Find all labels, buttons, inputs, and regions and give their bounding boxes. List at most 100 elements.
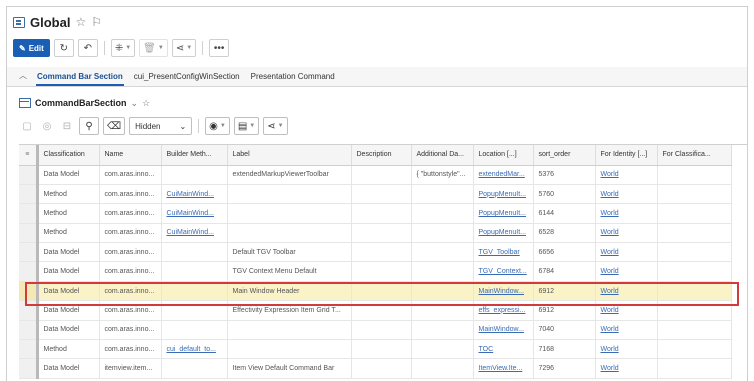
clear-search-button[interactable]: ⌫ bbox=[103, 117, 126, 135]
table-cell[interactable]: MainWindow... bbox=[473, 281, 534, 302]
row-selector[interactable] bbox=[19, 358, 39, 379]
chevron-down-icon: ▼ bbox=[125, 45, 132, 51]
chevron-down-icon[interactable]: ⌄ bbox=[131, 98, 139, 109]
flag-icon[interactable]: ⚐ bbox=[91, 16, 102, 28]
table-cell[interactable]: World bbox=[595, 165, 658, 185]
section-title: CommandBarSection bbox=[35, 98, 127, 108]
table-cell[interactable]: World bbox=[595, 358, 658, 379]
table-cell bbox=[657, 184, 732, 205]
favorite-star-icon[interactable]: ☆ bbox=[142, 98, 150, 109]
row-selector[interactable] bbox=[19, 300, 39, 321]
table-cell[interactable]: CuiMainWind... bbox=[161, 223, 228, 244]
table-cell[interactable]: World bbox=[595, 223, 658, 244]
table-cell[interactable]: World bbox=[595, 320, 658, 341]
share-dropdown-button[interactable]: ⋖ ▼ bbox=[171, 39, 197, 57]
delete-dropdown-button[interactable]: 🗑 ▼ bbox=[139, 39, 168, 57]
table-cell[interactable]: ItemView.Ite... bbox=[473, 358, 534, 379]
tab-command-bar-section[interactable]: Command Bar Section bbox=[36, 72, 124, 86]
column-header[interactable]: For Identity [...] bbox=[595, 145, 658, 166]
share-dropdown-button[interactable]: ⋖ ▼ bbox=[263, 117, 288, 135]
search-mode-select[interactable]: Hidden ⌄ bbox=[129, 117, 193, 135]
structure-dropdown-button[interactable]: ⁜ ▼ bbox=[110, 39, 136, 57]
table-row[interactable]: Method com.aras.inno... cui_default_to... T… bbox=[19, 339, 732, 360]
row-selector[interactable] bbox=[19, 320, 39, 341]
table-cell bbox=[351, 242, 412, 263]
row-selector[interactable] bbox=[19, 261, 39, 282]
table-row[interactable]: Data Model com.aras.inno... extendedMarkup… bbox=[19, 165, 732, 185]
remove-row-icon[interactable]: ⊟ bbox=[59, 118, 75, 134]
table-cell: Data Model bbox=[37, 358, 100, 379]
column-header[interactable]: Name bbox=[99, 145, 162, 166]
layout-icon: ▤ bbox=[237, 120, 248, 132]
search-button[interactable]: ⚲ bbox=[79, 117, 99, 135]
table-cell[interactable]: PopupMenuIt... bbox=[473, 223, 534, 244]
column-header[interactable]: Location [...] bbox=[473, 145, 534, 166]
table-cell[interactable]: World bbox=[595, 339, 658, 360]
favorite-star-icon[interactable]: ☆ bbox=[75, 16, 86, 28]
table-row[interactable]: Method com.aras.inno... CuiMainWind... Popu… bbox=[19, 184, 732, 205]
table-cell[interactable]: PopupMenuIt... bbox=[473, 184, 534, 205]
table-row[interactable]: Data Model itemview.item... Item View Defa… bbox=[19, 358, 732, 379]
view-options-button[interactable]: ◉ ▼ bbox=[205, 117, 230, 135]
table-cell bbox=[657, 320, 732, 341]
table-cell[interactable]: TGV_Context... bbox=[473, 261, 534, 282]
table-cell[interactable]: TGV_Toolbar bbox=[473, 242, 534, 263]
table-header-row: ≡ Classification Name Builder Meth... La… bbox=[19, 145, 732, 166]
column-header[interactable]: Classification bbox=[37, 145, 100, 166]
table-cell[interactable]: World bbox=[595, 281, 658, 302]
row-menu-icon[interactable]: ≡ bbox=[19, 145, 39, 166]
grid-toolbar: ▢ ◎ ⊟ ⚲ ⌫ Hidden ⌄ ◉ ▼ ▤ ▼ ⋖ ▼ bbox=[19, 116, 288, 136]
table-row[interactable]: Data Model com.aras.inno... MainWindow... 7… bbox=[19, 320, 732, 341]
row-selector[interactable] bbox=[19, 339, 39, 360]
table-row[interactable]: Method com.aras.inno... CuiMainWind... Popu… bbox=[19, 223, 732, 244]
table-cell: 7296 bbox=[533, 358, 596, 379]
table-cell[interactable]: World bbox=[595, 261, 658, 282]
table-cell[interactable]: PopupMenuIt... bbox=[473, 203, 534, 224]
table-cell[interactable]: World bbox=[595, 300, 658, 321]
pick-item-icon[interactable]: ◎ bbox=[39, 118, 55, 134]
table-cell bbox=[411, 261, 474, 282]
column-header[interactable]: Builder Meth... bbox=[161, 145, 228, 166]
grid-icon bbox=[19, 98, 31, 108]
tab-presentation-command[interactable]: Presentation Command bbox=[250, 72, 336, 86]
more-actions-button[interactable]: ••• bbox=[209, 39, 230, 57]
column-header[interactable]: sort_order bbox=[533, 145, 596, 166]
table-cell[interactable]: CuiMainWind... bbox=[161, 203, 228, 224]
column-header[interactable]: Additional Da... bbox=[411, 145, 474, 166]
row-selector[interactable] bbox=[19, 281, 39, 302]
chevron-down-icon: ▼ bbox=[186, 45, 193, 51]
layout-button[interactable]: ▤ ▼ bbox=[233, 117, 260, 135]
row-selector[interactable] bbox=[19, 165, 39, 185]
refresh-button[interactable]: ↻ bbox=[53, 39, 74, 57]
table-cell[interactable]: effs_expressi... bbox=[473, 300, 534, 321]
table-cell[interactable]: World bbox=[595, 203, 658, 224]
table-cell[interactable]: World bbox=[595, 242, 658, 263]
row-selector[interactable] bbox=[19, 223, 39, 244]
table-row[interactable]: Data Model com.aras.inno... Default TGV To… bbox=[19, 242, 732, 263]
row-selector[interactable] bbox=[19, 184, 39, 205]
table-row[interactable]: Data Model com.aras.inno... TGV Context Me… bbox=[19, 261, 732, 282]
column-header[interactable]: Label bbox=[227, 145, 352, 166]
new-item-icon[interactable]: ▢ bbox=[19, 118, 35, 134]
row-selector[interactable] bbox=[19, 203, 39, 224]
table-cell[interactable]: MainWindow... bbox=[473, 320, 534, 341]
table-cell[interactable]: TOC bbox=[473, 339, 534, 360]
table-cell bbox=[657, 300, 732, 321]
table-row[interactable]: Data Model com.aras.inno... Main Window He… bbox=[19, 281, 732, 302]
table-cell[interactable]: CuiMainWind... bbox=[161, 184, 228, 205]
edit-button[interactable]: ✎ Edit bbox=[13, 39, 50, 57]
table-row[interactable]: Data Model com.aras.inno... Effectivity Ex… bbox=[19, 300, 732, 321]
undo-button[interactable]: ↶ bbox=[77, 39, 98, 57]
search-mode-value: Hidden bbox=[135, 121, 161, 131]
table-cell[interactable]: World bbox=[595, 184, 658, 205]
table-cell[interactable]: cui_default_to... bbox=[161, 339, 228, 360]
structure-icon: ⁜ bbox=[114, 42, 124, 54]
table-cell[interactable]: extendedMar... bbox=[473, 165, 534, 185]
tab-present-config-win-section[interactable]: cui_PresentConfigWinSection bbox=[133, 72, 241, 86]
column-header[interactable]: For Classifica... bbox=[657, 145, 732, 166]
table-row[interactable]: Method com.aras.inno... CuiMainWind... Popu… bbox=[19, 203, 732, 224]
collapse-chevron-icon[interactable]: ︿ bbox=[19, 70, 27, 86]
chevron-down-icon: ▼ bbox=[277, 123, 284, 129]
column-header[interactable]: Description bbox=[351, 145, 412, 166]
row-selector[interactable] bbox=[19, 242, 39, 263]
